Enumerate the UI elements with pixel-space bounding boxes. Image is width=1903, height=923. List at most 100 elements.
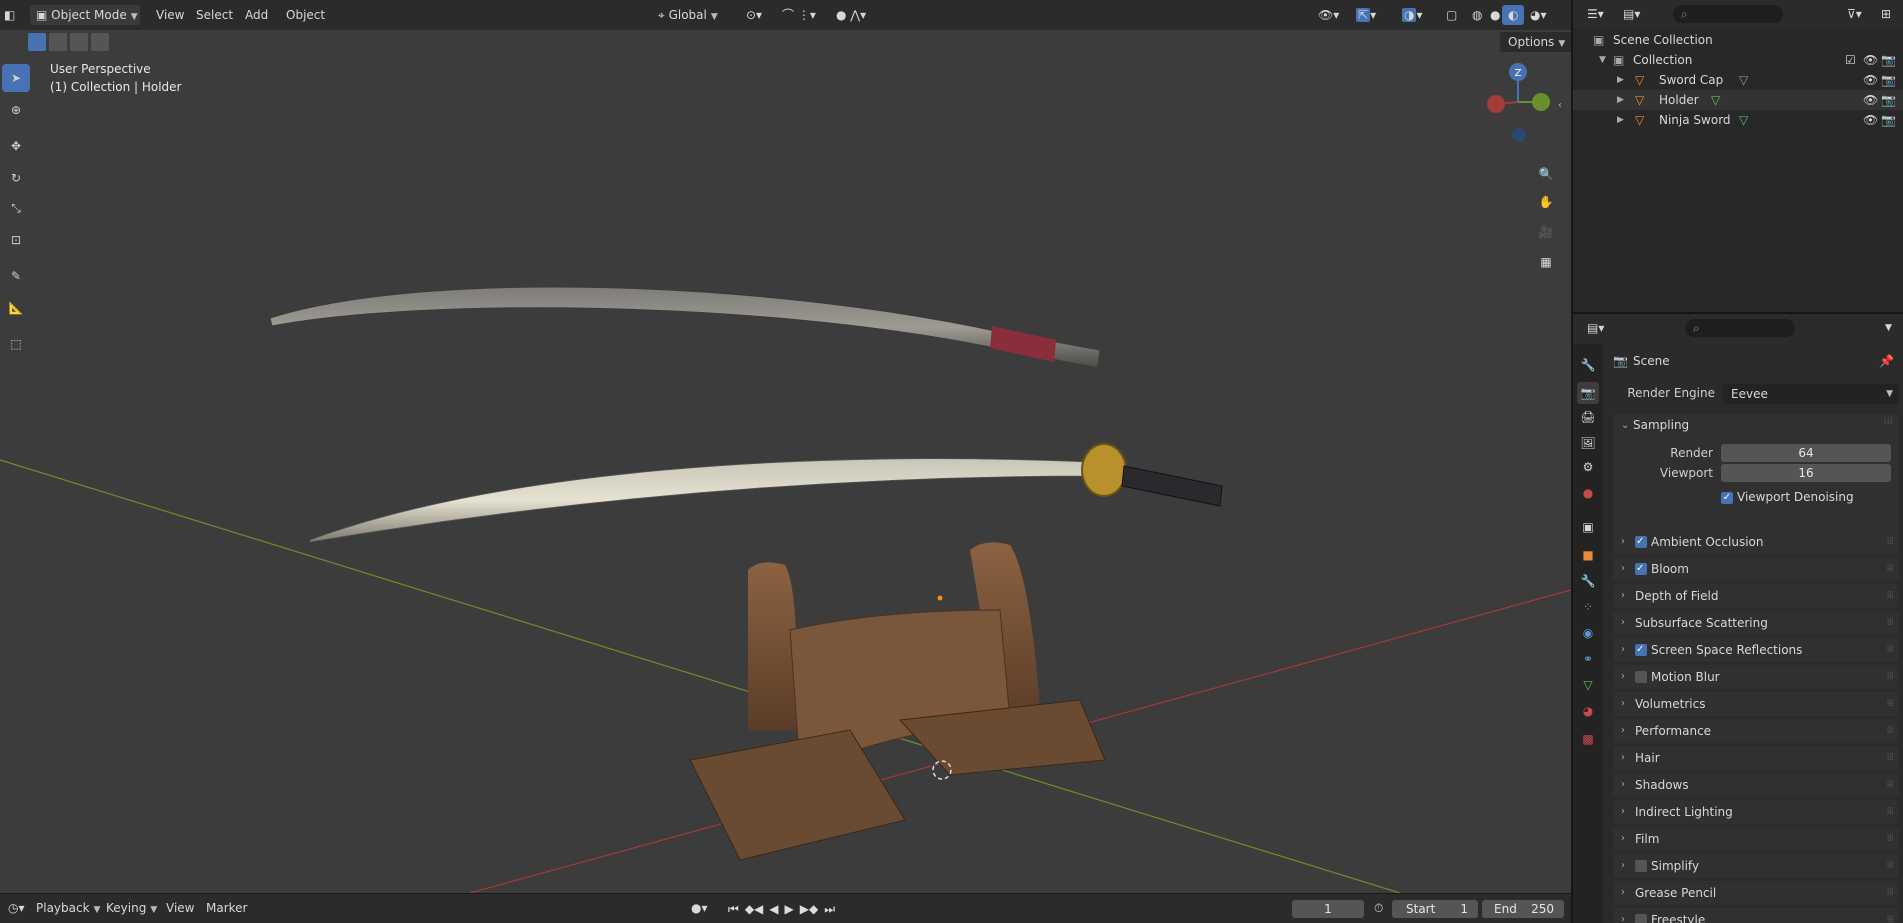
options-chevron-icon[interactable]: ▼ [1879, 318, 1898, 338]
drag-grip-icon[interactable]: ⁞⁞⁞ [1886, 746, 1893, 770]
zoom-icon[interactable]: 🔍 [1532, 160, 1560, 188]
overlay-icon[interactable]: ◑ ▾ [1396, 5, 1429, 25]
panel-ambient-occlusion[interactable]: › Ambient Occlusion ⁞⁞⁞ [1613, 530, 1899, 554]
drag-grip-icon[interactable]: ⁞⁞⁞ [1886, 719, 1893, 743]
world-tab-icon[interactable]: ● [1577, 482, 1599, 504]
menu-marker[interactable]: Marker [200, 898, 253, 918]
drag-grip-icon[interactable]: ⁞⁞⁞ [1886, 773, 1893, 797]
exclude-checkbox-icon[interactable]: ☑ [1845, 50, 1856, 70]
timeline-editor-type-icon[interactable]: ◷▾ [2, 898, 31, 918]
panel-shadows[interactable]: › Shadows ⁞⁞⁞ [1613, 773, 1899, 797]
panel-indirect-lighting[interactable]: › Indirect Lighting ⁞⁞⁞ [1613, 800, 1899, 824]
shading-rendered-icon[interactable]: ◕▾ [1524, 5, 1553, 25]
panel-motion-blur[interactable]: › Motion Blur ⁞⁞⁞ [1613, 665, 1899, 689]
viewport-denoising-checkbox[interactable]: ✓ [1721, 492, 1733, 504]
camera-icon[interactable]: 📷 [1881, 90, 1896, 110]
panel-volumetrics[interactable]: › Volumetrics ⁞⁞⁞ [1613, 692, 1899, 716]
drag-grip-icon[interactable]: ⁞⁞⁞ [1886, 665, 1893, 689]
expand-arrow-icon[interactable]: ▼ [1599, 50, 1606, 70]
sampling-title[interactable]: Sampling [1633, 418, 1689, 432]
filter-icon[interactable]: ⊽▾ [1841, 4, 1868, 24]
drag-grip-icon[interactable]: ⁞⁞⁞ [1886, 827, 1893, 851]
collection-tab-icon[interactable]: ▣ [1577, 516, 1599, 538]
record-icon[interactable]: ●▾ [685, 898, 714, 918]
panel-checkbox[interactable] [1635, 638, 1647, 662]
panel-film[interactable]: › Film ⁞⁞⁞ [1613, 827, 1899, 851]
panel-checkbox[interactable] [1635, 557, 1647, 581]
pan-hand-icon[interactable]: ✋ [1532, 188, 1560, 216]
shading-material-icon[interactable]: ◐ [1502, 5, 1525, 25]
menu-view[interactable]: View [150, 5, 190, 25]
expand-arrow-icon[interactable]: ▶ [1617, 70, 1624, 90]
panel-simplify[interactable]: › Simplify ⁞⁞⁞ [1613, 854, 1899, 878]
render-tab-icon[interactable]: 📷 [1577, 382, 1599, 404]
eye-icon[interactable]: 👁 [1863, 90, 1878, 110]
panel-hair[interactable]: › Hair ⁞⁞⁞ [1613, 746, 1899, 770]
object-tab-icon[interactable]: ■ [1577, 544, 1599, 566]
drag-grip-icon[interactable]: ⁞⁞⁞ [1883, 416, 1893, 427]
play-icon[interactable]: ▶ [785, 902, 794, 917]
drag-grip-icon[interactable]: ⁞⁞⁞ [1886, 692, 1893, 716]
panel-bloom[interactable]: › Bloom ⁞⁞⁞ [1613, 557, 1899, 581]
eye-icon[interactable]: 👁 [1863, 110, 1878, 130]
menu-object[interactable]: Object [280, 5, 331, 25]
output-tab-icon[interactable]: 🖨 [1577, 406, 1599, 428]
properties-search-input[interactable]: ⌕ [1685, 319, 1795, 337]
display-mode-icon[interactable]: ▤▾ [1617, 4, 1646, 24]
panel-subsurface-scattering[interactable]: › Subsurface Scattering ⁞⁞⁞ [1613, 611, 1899, 635]
transform-orientation-dropdown[interactable]: ⌖ Global ▼ [652, 5, 724, 25]
editor-type-icon[interactable]: ◧ [4, 5, 15, 25]
end-frame-field[interactable]: End 250 [1482, 900, 1564, 918]
start-frame-field[interactable]: Start 1 [1392, 900, 1478, 918]
drag-grip-icon[interactable]: ⁞⁞⁞ [1886, 530, 1893, 554]
data-tab-icon[interactable]: ▽ [1577, 674, 1599, 696]
drag-grip-icon[interactable]: ⁞⁞⁞ [1886, 854, 1893, 878]
panel-checkbox[interactable] [1635, 671, 1647, 683]
proportional-edit-icon[interactable]: ● ⋀▾ [830, 5, 872, 25]
next-keyframe-icon[interactable]: ▶◆ [800, 902, 818, 917]
properties-editor-type-icon[interactable]: ▤▾ [1581, 318, 1610, 338]
jump-end-icon[interactable]: ⏭ [824, 902, 835, 917]
scene-tab-icon[interactable]: ⚙ [1577, 456, 1599, 478]
collapse-arrow-icon[interactable]: ⌄ [1621, 420, 1629, 431]
tool-tab-icon[interactable]: 🔧 [1577, 354, 1599, 376]
prev-keyframe-icon[interactable]: ◆◀ [745, 902, 763, 917]
outliner-row-scene-collection[interactable]: ▣ Scene Collection [1573, 30, 1903, 50]
panel-checkbox[interactable] [1635, 530, 1647, 554]
panel-grease-pencil[interactable]: › Grease Pencil ⁞⁞⁞ [1613, 881, 1899, 905]
camera-view-icon[interactable]: 🎥 [1532, 218, 1560, 246]
outliner-editor-type-icon[interactable]: ☰▾ [1581, 4, 1610, 24]
new-collection-icon[interactable]: ⊞ [1875, 4, 1897, 24]
eye-icon[interactable]: 👁 [1863, 70, 1878, 90]
eye-icon[interactable]: 👁 [1863, 50, 1878, 70]
drag-grip-icon[interactable]: ⁞⁞⁞ [1886, 881, 1893, 905]
render-samples-field[interactable]: 64 [1721, 444, 1891, 462]
gizmo-icon[interactable]: ⇱ ▾ [1350, 5, 1382, 25]
outliner-row-object[interactable]: ▶ ▽ Ninja Sword ▽ 👁 📷 [1573, 110, 1903, 130]
panel-performance[interactable]: › Performance ⁞⁞⁞ [1613, 719, 1899, 743]
outliner-search-input[interactable]: ⌕ [1673, 5, 1783, 23]
drag-grip-icon[interactable]: ⁞⁞⁞ [1886, 557, 1893, 581]
texture-tab-icon[interactable]: ▩ [1577, 728, 1599, 750]
ortho-grid-icon[interactable]: ▦ [1532, 248, 1560, 276]
jump-start-icon[interactable]: ⏮ [728, 902, 739, 917]
material-tab-icon[interactable]: ◕ [1577, 700, 1599, 722]
panel-checkbox[interactable] [1635, 860, 1647, 872]
xray-icon[interactable]: ▢ [1440, 5, 1463, 25]
pin-icon[interactable]: 📌 [1879, 354, 1894, 368]
visibility-icon[interactable]: 👁▾ [1312, 5, 1345, 25]
menu-playback[interactable]: Playback ▼ [30, 898, 106, 918]
constraints-tab-icon[interactable]: ⚭ [1577, 648, 1599, 670]
snap-icon[interactable]: ⌒ ⋮▾ [776, 5, 822, 25]
camera-icon[interactable]: 📷 [1881, 110, 1896, 130]
panel-screen-space-reflections[interactable]: › Screen Space Reflections ⁞⁞⁞ [1613, 638, 1899, 662]
expand-arrow-icon[interactable]: ▶ [1617, 90, 1624, 110]
play-reverse-icon[interactable]: ◀ [769, 902, 778, 917]
viewport-samples-field[interactable]: 16 [1721, 464, 1891, 482]
view-layer-tab-icon[interactable]: 🖼 [1577, 432, 1599, 454]
menu-add[interactable]: Add [239, 5, 274, 25]
particles-tab-icon[interactable]: ⁘ [1577, 596, 1599, 618]
stopwatch-icon[interactable]: ⏱ [1374, 901, 1383, 916]
camera-icon[interactable]: 📷 [1881, 50, 1896, 70]
drag-grip-icon[interactable]: ⁞⁞⁞ [1886, 800, 1893, 824]
